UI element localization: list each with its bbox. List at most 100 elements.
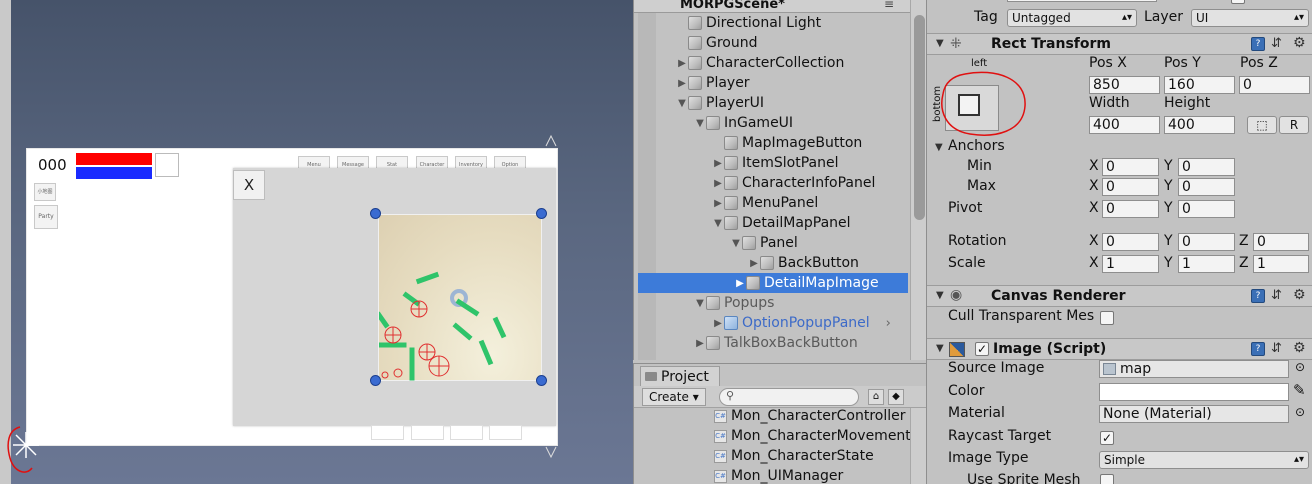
collapse-arrow-icon[interactable]: ▼	[694, 118, 706, 129]
pivot-x-field[interactable]: 0	[1102, 200, 1159, 218]
raycast-target-checkbox[interactable]: ✓	[1100, 431, 1114, 445]
hierarchy-item-itemslotpanel[interactable]: ▶ ItemSlotPanel	[634, 153, 909, 173]
blueprint-mode-button[interactable]: ⬚	[1247, 116, 1277, 134]
scale-z-field[interactable]: 1	[1253, 255, 1309, 273]
cull-transparent-checkbox[interactable]	[1100, 311, 1114, 325]
hierarchy-item-player[interactable]: ▶ Player	[634, 73, 909, 93]
collapse-arrow-icon[interactable]: ▼	[676, 98, 688, 109]
rect-handle-tl[interactable]	[370, 208, 381, 219]
hierarchy-scrollbar[interactable]	[910, 0, 927, 360]
object-picker-icon[interactable]: ⊙	[1295, 360, 1305, 374]
gear-icon[interactable]: ⚙	[1293, 35, 1306, 51]
pos-x-field[interactable]: 850	[1089, 76, 1160, 94]
width-field[interactable]: 400	[1089, 116, 1160, 134]
hierarchy-item-charactercollection[interactable]: ▶ CharacterCollection	[634, 53, 909, 73]
collapse-arrow-icon[interactable]: ▼	[730, 238, 742, 249]
image-enabled-checkbox[interactable]: ✓	[975, 342, 989, 356]
collapse-arrow-icon[interactable]: ▼	[936, 343, 944, 354]
hierarchy-item-playerui[interactable]: ▼ PlayerUI	[634, 93, 909, 113]
hierarchy-item-mapimagebutton[interactable]: MapImageButton	[634, 133, 909, 153]
hierarchy-item-optionpopuppanel[interactable]: ▶ OptionPopupPanel ›	[634, 313, 909, 333]
filter-label-icon[interactable]: ◆	[888, 389, 904, 405]
hierarchy-item-talkboxbackbutton[interactable]: ▶ TalkBoxBackButton	[634, 333, 909, 353]
tab-project[interactable]: Project	[640, 366, 720, 386]
anchor-min-y-field[interactable]: 0	[1178, 158, 1235, 176]
help-book-icon[interactable]: ?	[1251, 289, 1265, 303]
rect-handle-bl[interactable]	[370, 375, 381, 386]
hierarchy-item-panel[interactable]: ▼ Panel	[634, 233, 909, 253]
project-scrollbar[interactable]	[910, 408, 927, 484]
hierarchy-menu-icon[interactable]: ≡	[884, 0, 894, 11]
expand-arrow-icon[interactable]: ▶	[712, 198, 724, 209]
pivot-y-field[interactable]: 0	[1178, 200, 1235, 218]
collapse-arrow-icon[interactable]: ▼	[694, 298, 706, 309]
hierarchy-item-detailmappanel[interactable]: ▼ DetailMapPanel	[634, 213, 909, 233]
project-file-item[interactable]: C# Mon_UIManager	[714, 466, 843, 484]
height-field[interactable]: 400	[1164, 116, 1235, 134]
expand-arrow-icon[interactable]: ▶	[694, 338, 706, 349]
anchor-min-x-field[interactable]: 0	[1102, 158, 1159, 176]
anchor-max-x-field[interactable]: 0	[1102, 178, 1159, 196]
hierarchy-item-backbutton[interactable]: ▶ BackButton	[634, 253, 909, 273]
hierarchy-item-menupanel[interactable]: ▶ MenuPanel	[634, 193, 909, 213]
canvas-renderer-header[interactable]: ▼ ◉ Canvas Renderer ? ⇵ ⚙	[927, 285, 1312, 307]
raw-edit-button[interactable]: R	[1279, 116, 1309, 134]
scene-title[interactable]: MORPGScene*	[680, 0, 785, 12]
help-book-icon[interactable]: ?	[1251, 37, 1265, 51]
quick-slot-2[interactable]	[411, 425, 444, 440]
static-checkbox[interactable]	[1231, 0, 1245, 4]
project-search-input[interactable]: ⚲	[719, 388, 859, 406]
project-file-item[interactable]: C# Mon_CharacterController	[714, 406, 906, 426]
hud-slot[interactable]	[155, 153, 179, 177]
help-book-icon[interactable]: ?	[1251, 342, 1265, 356]
hierarchy-item-ground[interactable]: Ground	[634, 33, 909, 53]
use-sprite-mesh-checkbox[interactable]	[1100, 474, 1114, 484]
rect-transform-header[interactable]: ▼ ⁜ Rect Transform ? ⇵ ⚙	[927, 33, 1312, 55]
rotation-y-field[interactable]: 0	[1178, 233, 1235, 251]
anchor-max-y-field[interactable]: 0	[1178, 178, 1235, 196]
eyedropper-icon[interactable]: ✎	[1293, 381, 1306, 399]
scene-view[interactable]: 000 小地图 Party Menu Message Stat Characte…	[0, 0, 633, 484]
presets-icon[interactable]: ⇵	[1271, 288, 1282, 303]
expand-arrow-icon[interactable]: ▶	[712, 158, 724, 169]
hierarchy-item-ingameui[interactable]: ▼ InGameUI	[634, 113, 909, 133]
quick-slot-4[interactable]	[489, 425, 522, 440]
rotation-x-field[interactable]: 0	[1102, 233, 1159, 251]
hierarchy-item-popups[interactable]: ▼ Popups	[634, 293, 909, 313]
expand-arrow-icon[interactable]: ▶	[712, 178, 724, 189]
pos-z-field[interactable]: 0	[1239, 76, 1310, 94]
expand-arrow-icon[interactable]: ▶	[676, 58, 688, 69]
rect-handle-tr[interactable]	[536, 208, 547, 219]
create-button[interactable]: Create ▾	[642, 388, 706, 406]
scale-x-field[interactable]: 1	[1102, 255, 1159, 273]
pos-y-field[interactable]: 160	[1164, 76, 1235, 94]
material-field[interactable]: None (Material)	[1099, 405, 1289, 423]
project-file-item[interactable]: C# Mon_CharacterMovement	[714, 426, 911, 446]
color-swatch[interactable]	[1099, 383, 1289, 401]
anchor-gizmo-icon[interactable]	[6, 424, 44, 476]
expand-arrow-icon[interactable]: ▶	[712, 318, 724, 329]
presets-icon[interactable]: ⇵	[1271, 341, 1282, 356]
rect-handle-br[interactable]	[536, 375, 547, 386]
gear-icon[interactable]: ⚙	[1293, 340, 1306, 356]
collapse-arrow-icon[interactable]: ▼	[936, 38, 944, 49]
hierarchy-item-directional-light[interactable]: Directional Light	[634, 13, 909, 33]
object-name-field[interactable]	[1007, 0, 1157, 2]
party-button[interactable]: Party	[34, 205, 58, 229]
source-image-field[interactable]: map	[1099, 360, 1289, 378]
collapse-arrow-icon[interactable]: ▼	[936, 290, 944, 301]
gear-icon[interactable]: ⚙	[1293, 287, 1306, 303]
prefab-open-icon[interactable]: ›	[886, 316, 891, 331]
scale-y-field[interactable]: 1	[1178, 255, 1235, 273]
expand-arrow-icon[interactable]: ▶	[676, 78, 688, 89]
collapse-arrow-icon[interactable]: ▼	[712, 218, 724, 229]
layer-dropdown[interactable]: UI ▴▾	[1191, 9, 1309, 27]
hierarchy-item-detailmapimage[interactable]: ▶ DetailMapImage	[638, 273, 908, 293]
image-type-dropdown[interactable]: Simple ▴▾	[1099, 451, 1309, 469]
presets-icon[interactable]: ⇵	[1271, 36, 1282, 51]
project-file-item[interactable]: C# Mon_CharacterState	[714, 446, 874, 466]
image-component-header[interactable]: ▼ ✓ Image (Script) ? ⇵ ⚙	[927, 338, 1312, 360]
detail-map-image[interactable]	[375, 214, 542, 381]
minimap-button[interactable]: 小地图	[34, 183, 56, 201]
object-picker-icon[interactable]: ⊙	[1295, 405, 1305, 419]
